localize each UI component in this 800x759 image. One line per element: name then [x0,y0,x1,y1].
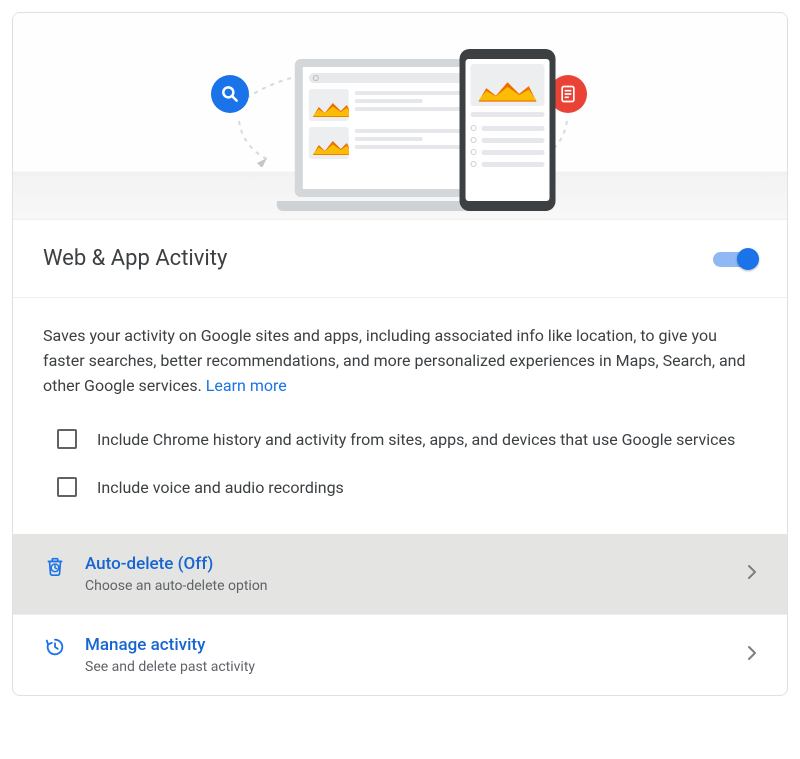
description-block: Saves your activity on Google sites and … [13,298,787,412]
phone-illustration [460,49,556,211]
activity-toggle[interactable] [713,247,757,271]
checkbox-icon[interactable] [57,429,77,449]
history-icon [43,635,67,659]
manage-activity-row[interactable]: Manage activity See and delete past acti… [13,614,787,695]
checkbox-icon[interactable] [57,477,77,497]
learn-more-link[interactable]: Learn more [206,376,287,395]
chevron-right-icon [747,645,757,665]
title-row: Web & App Activity [13,219,787,298]
auto-delete-icon [43,554,67,578]
option-label: Include Chrome history and activity from… [97,428,735,452]
option-chrome-history[interactable]: Include Chrome history and activity from… [43,416,757,464]
option-label: Include voice and audio recordings [97,476,344,500]
settings-card: Web & App Activity Saves your activity o… [12,12,788,696]
auto-delete-row[interactable]: Auto-delete (Off) Choose an auto-delete … [13,534,787,614]
page-title: Web & App Activity [43,246,227,271]
manage-activity-title: Manage activity [85,635,747,655]
auto-delete-title: Auto-delete (Off) [85,554,747,574]
search-icon [211,75,249,113]
header-illustration [13,13,787,219]
option-voice-audio[interactable]: Include voice and audio recordings [43,464,757,512]
auto-delete-subtitle: Choose an auto-delete option [85,578,747,594]
options-list: Include Chrome history and activity from… [13,412,787,534]
description-text: Saves your activity on Google sites and … [43,326,746,395]
manage-activity-subtitle: See and delete past activity [85,659,747,675]
chevron-right-icon [747,564,757,584]
